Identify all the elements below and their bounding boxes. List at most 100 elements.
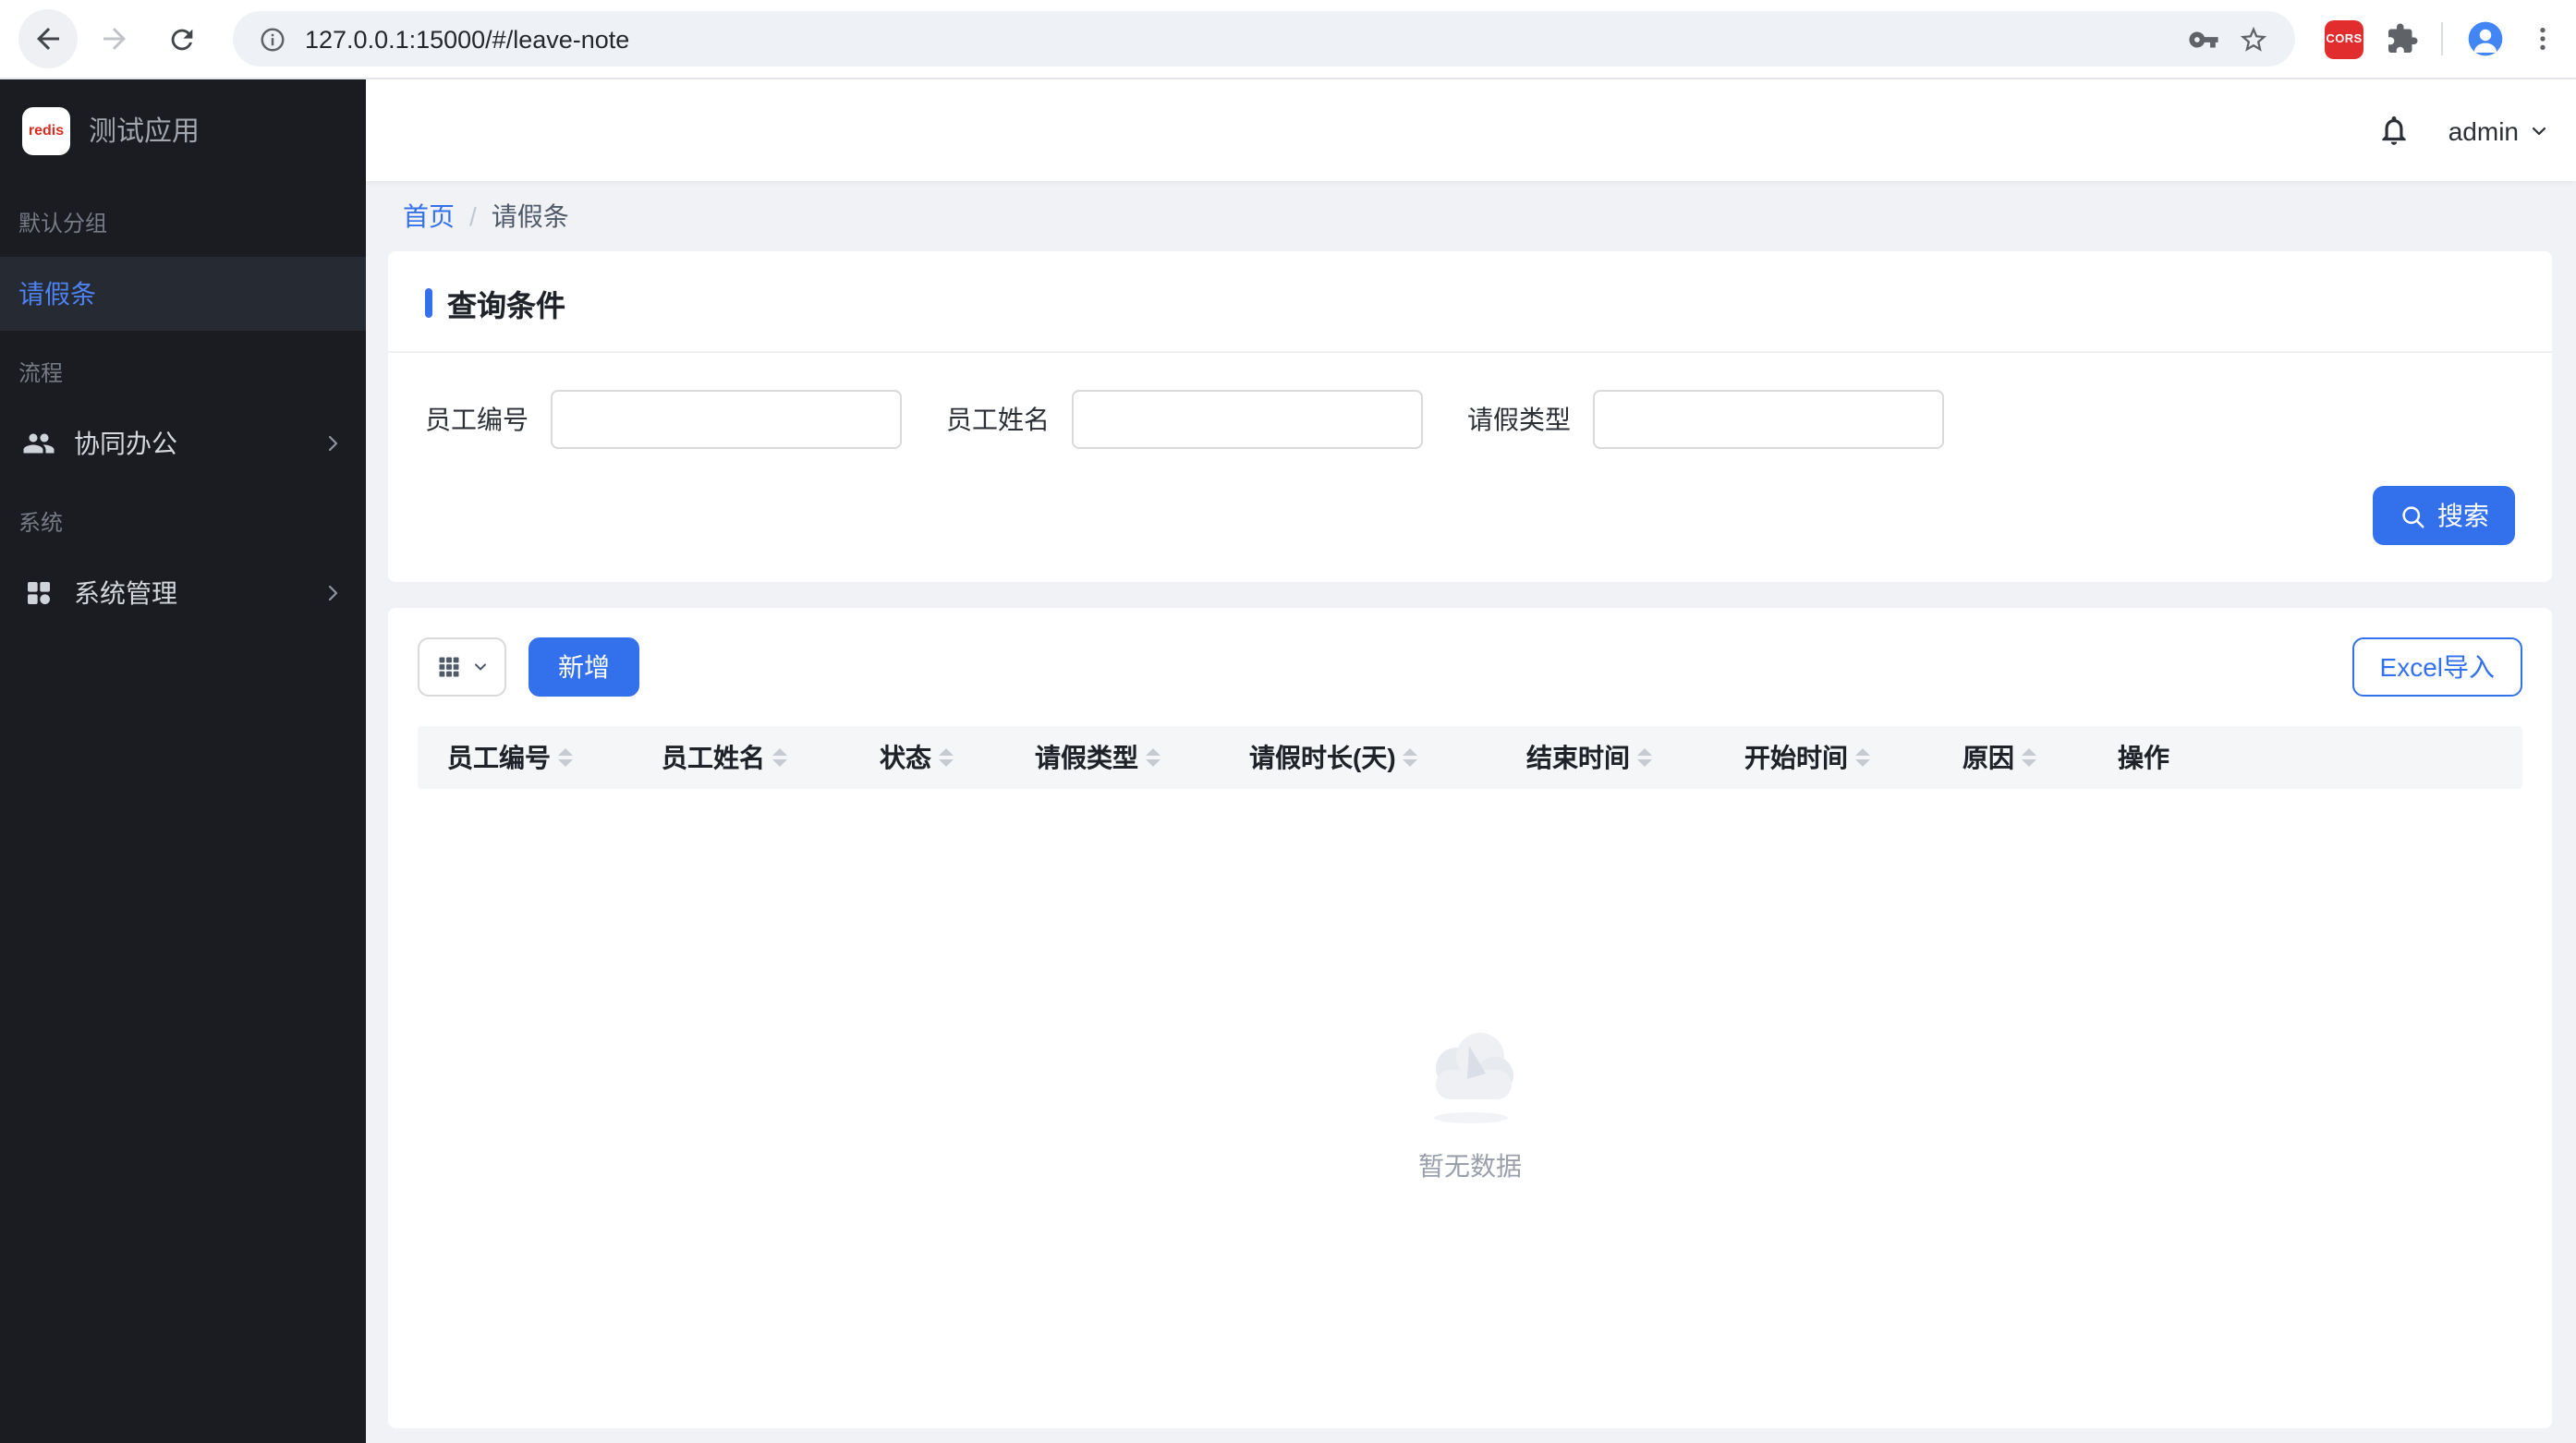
breadcrumb-current: 请假条 [491, 201, 569, 231]
notification-bell-icon[interactable] [2376, 113, 2412, 148]
app-title: 测试应用 [89, 116, 200, 148]
app-header: admin [366, 79, 2576, 181]
app-logo-row[interactable]: redis 测试应用 [0, 79, 366, 181]
browser-back-button[interactable] [18, 9, 78, 68]
sort-carets-icon [939, 748, 954, 767]
page-content: 首页 / 请假条 查询条件 员工编号 员工姓名 请假类型 搜索 新增 Excel… [366, 181, 2576, 1443]
sidebar-group-flow: 流程 [18, 360, 64, 386]
password-key-icon[interactable] [2188, 23, 2219, 55]
app-window: redis 测试应用 默认分组 请假条 流程 协同办公 系统 系统管理 admi… [0, 79, 2576, 1443]
column-label: 员工姓名 [662, 743, 765, 772]
column-label: 开始时间 [1744, 743, 1848, 772]
column-label: 原因 [1962, 743, 2014, 772]
grid-icon [438, 657, 458, 677]
query-card-title: 查询条件 [425, 281, 2515, 325]
breadcrumb-separator: / [469, 201, 477, 231]
query-form: 员工编号 员工姓名 请假类型 [425, 390, 2515, 449]
table-header-row: 员工编号 员工姓名 状态 请假类型 请假时长(天) 结束时间 开始时间 原因 操… [418, 726, 2522, 789]
user-menu[interactable]: admin [2448, 115, 2550, 145]
back-arrow-icon [37, 28, 59, 50]
breadcrumb-home-link[interactable]: 首页 [403, 198, 455, 235]
chevron-right-icon [322, 432, 344, 455]
column-header-leave-type[interactable]: 请假类型 [1013, 726, 1227, 789]
sidebar-item-collaboration[interactable]: 协同办公 [0, 406, 366, 480]
site-info-icon[interactable] [259, 25, 286, 53]
profile-avatar-icon[interactable] [2465, 18, 2506, 59]
table-empty-state: 暂无数据 [418, 789, 2522, 1428]
column-header-start-time[interactable]: 开始时间 [1722, 726, 1940, 789]
sort-carets-icon [772, 748, 787, 767]
employee-name-label: 员工姓名 [946, 405, 1050, 434]
excel-import-button[interactable]: Excel导入 [2351, 637, 2522, 697]
logo-mark-text: redis [28, 122, 65, 139]
employee-name-input[interactable] [1072, 390, 1423, 449]
leave-type-input[interactable] [1593, 390, 1944, 449]
toolbar-divider [2441, 22, 2443, 55]
bookmark-star-icon[interactable] [2238, 23, 2269, 55]
form-item-leave-type: 请假类型 [1467, 390, 1944, 449]
column-header-end-time[interactable]: 结束时间 [1504, 726, 1722, 789]
breadcrumb: 首页 / 请假条 [388, 181, 2552, 251]
app-logo: redis [22, 106, 70, 154]
main-area: admin 首页 / 请假条 查询条件 员工编号 员工姓名 请假类型 搜索 新增… [366, 79, 2576, 1443]
sort-carets-icon [1403, 748, 1418, 767]
sidebar-item-system-management[interactable]: 系统管理 [0, 556, 366, 630]
screenshot-root: 127.0.0.1:15000/#/leave-note CORS redis … [0, 0, 2576, 1443]
employee-no-label: 员工编号 [425, 405, 529, 434]
column-label: 请假类型 [1035, 743, 1138, 772]
cors-extension-icon[interactable]: CORS [2325, 19, 2363, 58]
username-text: admin [2448, 115, 2519, 145]
empty-text: 暂无数据 [1418, 1151, 1522, 1181]
search-row: 搜索 [425, 486, 2515, 545]
table-card: 新增 Excel导入 员工编号 员工姓名 状态 请假类型 请假时长(天) 结束时… [388, 608, 2552, 1428]
form-item-employee-no: 员工编号 [425, 390, 902, 449]
empty-illustration [1433, 1033, 1513, 1123]
sort-carets-icon [1146, 748, 1160, 767]
column-label: 操作 [2118, 743, 2169, 772]
apps-grid-icon [22, 576, 55, 610]
column-header-employee-name[interactable]: 员工姓名 [639, 726, 857, 789]
search-icon [2402, 505, 2424, 527]
query-title-text: 查询条件 [447, 292, 566, 323]
column-label: 请假时长(天) [1249, 743, 1396, 772]
address-bar[interactable]: 127.0.0.1:15000/#/leave-note [233, 11, 2295, 67]
browser-toolbar: 127.0.0.1:15000/#/leave-note CORS [0, 0, 2576, 79]
search-button-label: 搜索 [2437, 501, 2489, 530]
sidebar-group-default: 默认分组 [18, 211, 108, 236]
column-header-actions: 操作 [2096, 726, 2522, 789]
sidebar: redis 测试应用 默认分组 请假条 流程 协同办公 系统 系统管理 [0, 79, 366, 1443]
column-label: 员工编号 [447, 743, 551, 772]
card-divider [388, 351, 2552, 353]
caret-down-icon [474, 663, 485, 671]
column-label: 结束时间 [1526, 743, 1630, 772]
leave-type-label: 请假类型 [1467, 405, 1571, 434]
chevron-down-icon [2532, 126, 2546, 135]
url-text: 127.0.0.1:15000/#/leave-note [305, 25, 630, 53]
sidebar-item-label: 系统管理 [74, 578, 177, 608]
table-toolbar: 新增 Excel导入 [418, 637, 2522, 697]
query-card: 查询条件 员工编号 员工姓名 请假类型 搜索 [388, 251, 2552, 582]
team-icon [22, 427, 55, 460]
browser-forward-button[interactable] [85, 9, 144, 68]
form-item-employee-name: 员工姓名 [946, 390, 1423, 449]
browser-menu-icon[interactable] [2528, 24, 2558, 54]
sidebar-group-system: 系统 [18, 510, 64, 536]
column-header-duration[interactable]: 请假时长(天) [1227, 726, 1504, 789]
sort-carets-icon [1855, 748, 1870, 767]
chevron-right-icon [322, 582, 344, 604]
column-header-status[interactable]: 状态 [857, 726, 1013, 789]
column-label: 状态 [880, 743, 931, 772]
employee-no-input[interactable] [551, 390, 902, 449]
title-accent-bar [425, 288, 432, 318]
column-header-reason[interactable]: 原因 [1940, 726, 2096, 789]
column-settings-dropdown[interactable] [418, 637, 506, 697]
column-header-employee-no[interactable]: 员工编号 [418, 726, 639, 789]
search-button[interactable]: 搜索 [2373, 486, 2515, 545]
add-button[interactable]: 新增 [529, 637, 639, 697]
forward-arrow-icon [103, 28, 126, 50]
sidebar-item-leave-note[interactable]: 请假条 [0, 257, 366, 331]
reload-icon [170, 28, 192, 50]
browser-reload-button[interactable] [152, 9, 211, 68]
extensions-puzzle-icon[interactable] [2386, 22, 2419, 55]
sidebar-item-label: 协同办公 [74, 429, 177, 458]
